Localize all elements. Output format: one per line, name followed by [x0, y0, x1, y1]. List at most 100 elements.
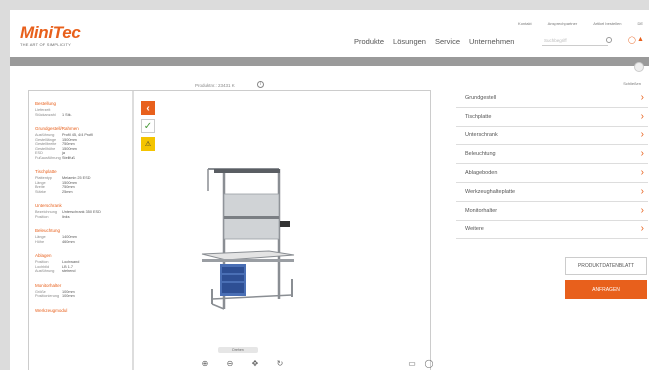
minitec-logo[interactable]: MiniTec THE ART OF SIMPLICITY	[20, 24, 81, 47]
site-header: MiniTec THE ART OF SIMPLICITY Kontakt An…	[10, 10, 649, 57]
view-toolbar: ⊕ ⊖ ✥ ↻	[199, 357, 286, 369]
chevron-right-icon: ›	[640, 129, 644, 141]
accordion-item[interactable]: Weitere ›	[456, 221, 648, 240]
cube-icon[interactable]: ▭	[406, 357, 418, 369]
zoom-in-icon[interactable]: ⊕	[199, 357, 211, 369]
accordion-item-label: Werkzeughalteplatte	[465, 188, 516, 195]
back-icon[interactable]: ‹	[141, 101, 155, 115]
main-nav: Produkte Lösungen Service Unternehmen	[354, 37, 514, 46]
zoom-out-icon[interactable]: ⊖	[224, 357, 236, 369]
accordion-item[interactable]: Monitorhalter ›	[456, 202, 648, 221]
summary-section: Tischplatte Plattentyp Melamin 25 ESD Länge…	[35, 169, 129, 194]
tabletop-edge	[202, 259, 294, 262]
shelf	[224, 216, 279, 219]
header-divider-band	[10, 57, 649, 66]
cart-icon[interactable]: ▲	[637, 36, 644, 43]
accordion-item-label: Grundgestell	[465, 94, 497, 101]
ar-view-icon[interactable]: ◯	[423, 357, 435, 369]
summary-section-title[interactable]: Bestellung	[35, 101, 129, 106]
summary-row: Stärke 25mm	[35, 190, 129, 195]
nav-company[interactable]: Unternehmen	[469, 37, 514, 46]
workbench-3d-preview[interactable]	[194, 159, 304, 319]
summary-section-title[interactable]: Ablagen	[35, 253, 129, 258]
accordion-item-label: Monitorhalter	[465, 207, 498, 214]
accordion-item[interactable]: Tischplatte ›	[456, 108, 648, 127]
panel-scrollbar[interactable]	[132, 91, 134, 370]
summary-value: stehend	[62, 269, 76, 273]
accordion-item[interactable]: Werkzeughalteplatte ›	[456, 183, 648, 202]
summary-row: Position links	[35, 215, 129, 220]
scroll-top-button[interactable]	[634, 62, 644, 72]
ar-toolbar: ▭ ◯	[406, 357, 435, 369]
chevron-right-icon: ›	[640, 148, 644, 160]
chevron-right-icon: ›	[640, 110, 644, 122]
chevron-right-icon: ›	[640, 223, 644, 235]
accordion-item-label: Weitere	[465, 226, 484, 233]
summary-section-title[interactable]: Werkzeugmodul	[35, 308, 129, 313]
accordion-item-label: Tischplatte	[465, 113, 492, 120]
toplink-contact-person[interactable]: Ansprechpartner	[548, 21, 578, 26]
user-icon[interactable]: ◯	[628, 36, 636, 44]
summary-section-title[interactable]: Unterschrank	[35, 203, 129, 208]
rotate-hint: Drehen	[218, 347, 258, 353]
summary-section-title[interactable]: Monitorhalter	[35, 283, 129, 288]
summary-section-title[interactable]: Beleuchtung	[35, 228, 129, 233]
summary-value: Stellfuß	[62, 155, 75, 160]
nav-products[interactable]: Produkte	[354, 37, 384, 46]
summary-row: Stückanzahl 1 Stk.	[35, 113, 129, 118]
summary-key: Stückanzahl	[35, 112, 56, 117]
chevron-right-icon: ›	[640, 91, 644, 103]
accordion-item[interactable]: Unterschrank ›	[456, 127, 648, 146]
accordion-item[interactable]: Beleuchtung ›	[456, 145, 648, 165]
summary-value: 25mm	[62, 189, 73, 194]
product-number: Produktnr.: 23431 K	[195, 83, 235, 88]
accordion-item[interactable]: Ablageboden ›	[456, 164, 648, 183]
check-icon[interactable]: ✓	[141, 119, 155, 133]
language-select[interactable]: DE	[637, 21, 643, 26]
chevron-right-icon: ›	[640, 204, 644, 216]
top-links: Kontakt Ansprechpartner Artikel bestelle…	[518, 21, 643, 26]
accordion-item[interactable]: Grundgestell ›	[456, 89, 648, 108]
summary-section: Beleuchtung Länge 1400mm Höhe 460mm	[35, 228, 129, 244]
pan-icon[interactable]: ✥	[249, 357, 261, 369]
summary-key: Stärke	[35, 189, 46, 194]
summary-value: 100mm	[62, 294, 75, 298]
lamp-bar	[214, 169, 280, 173]
close-configurator-link[interactable]: Schließen	[623, 81, 641, 86]
summary-section-title[interactable]: Grundgestell/Rahmen	[35, 126, 129, 131]
accordion-item-label: Ablageboden	[465, 170, 498, 177]
configuration-summary: Bestellung Lieferzeit Stückanzahl 1 Stk. Gru…	[29, 91, 129, 370]
toplink-order[interactable]: Artikel bestellen	[593, 21, 621, 26]
summary-key: Ausführung	[35, 269, 55, 273]
summary-section: Grundgestell/Rahmen Ausführung Profil 45, …	[35, 126, 129, 160]
search-icon[interactable]	[606, 37, 612, 43]
chevron-right-icon: ›	[640, 185, 644, 197]
summary-row: Höhe 460mm	[35, 240, 129, 245]
summary-section: Ablagen Position Lochwand Lochbild LB 1.7 Aus…	[35, 253, 129, 274]
summary-row: Fußausführung Stellfuß	[35, 156, 129, 161]
logo-tagline: THE ART OF SIMPLICITY	[20, 42, 71, 47]
datasheet-button[interactable]: PRODUKTDATENBLATT	[565, 257, 647, 275]
summary-section: Unterschrank Bezeichnung Unterschrank 350 …	[35, 203, 129, 219]
esd-warning-icon[interactable]: ⚠	[141, 137, 155, 151]
chevron-right-icon: ›	[640, 167, 644, 179]
nav-solutions[interactable]: Lösungen	[393, 37, 426, 46]
rotate-icon[interactable]: ↻	[274, 357, 286, 369]
summary-key: Höhe	[35, 239, 45, 244]
toplink-contact[interactable]: Kontakt	[518, 21, 532, 26]
info-icon[interactable]: i	[257, 81, 264, 88]
summary-section: Monitorhalter Größe 100mm Positionierung 100…	[35, 283, 129, 299]
accordion-item-label: Unterschrank	[465, 132, 498, 139]
logo-wordmark: MiniTec	[20, 23, 81, 42]
summary-row: Positionierung 100mm	[35, 294, 129, 299]
drawer-3	[222, 283, 244, 293]
accordion-item-label: Beleuchtung	[465, 151, 496, 158]
request-button[interactable]: ANFRAGEN	[565, 280, 647, 299]
nav-service[interactable]: Service	[435, 37, 460, 46]
configurator-panel: Bestellung Lieferzeit Stückanzahl 1 Stk. Gru…	[28, 90, 433, 370]
search-input[interactable]: Suchbegriff	[542, 35, 608, 46]
summary-section-title[interactable]: Tischplatte	[35, 169, 129, 174]
drawer-1	[222, 267, 244, 273]
summary-value: 1 Stk.	[62, 112, 72, 117]
summary-section: Werkzeugmodul	[35, 308, 129, 313]
